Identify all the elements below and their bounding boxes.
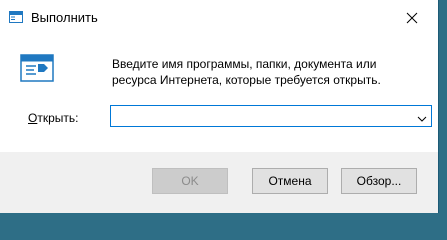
instruction-text: Введите имя программы, папки, документа … [112,57,381,87]
open-input[interactable] [113,107,407,125]
close-icon [406,12,418,24]
close-button[interactable] [390,0,436,36]
run-dialog-icon [9,11,23,23]
cancel-button[interactable]: Отмена [252,168,328,194]
open-label: Открыть: [28,111,78,125]
run-dialog: Выполнить Введите имя программы, папки, … [0,0,439,213]
dropdown-button[interactable] [417,112,427,122]
chevron-down-icon [417,116,427,122]
title-bar[interactable]: Выполнить [0,0,438,36]
open-label-rest: ткрыть: [37,111,79,125]
window-title: Выполнить [31,10,98,25]
run-program-icon [20,54,54,82]
ok-button[interactable]: OK [152,168,228,194]
open-combobox[interactable] [110,105,432,127]
browse-button[interactable]: Обзор... [341,168,417,194]
open-label-accesskey: О [28,111,38,125]
